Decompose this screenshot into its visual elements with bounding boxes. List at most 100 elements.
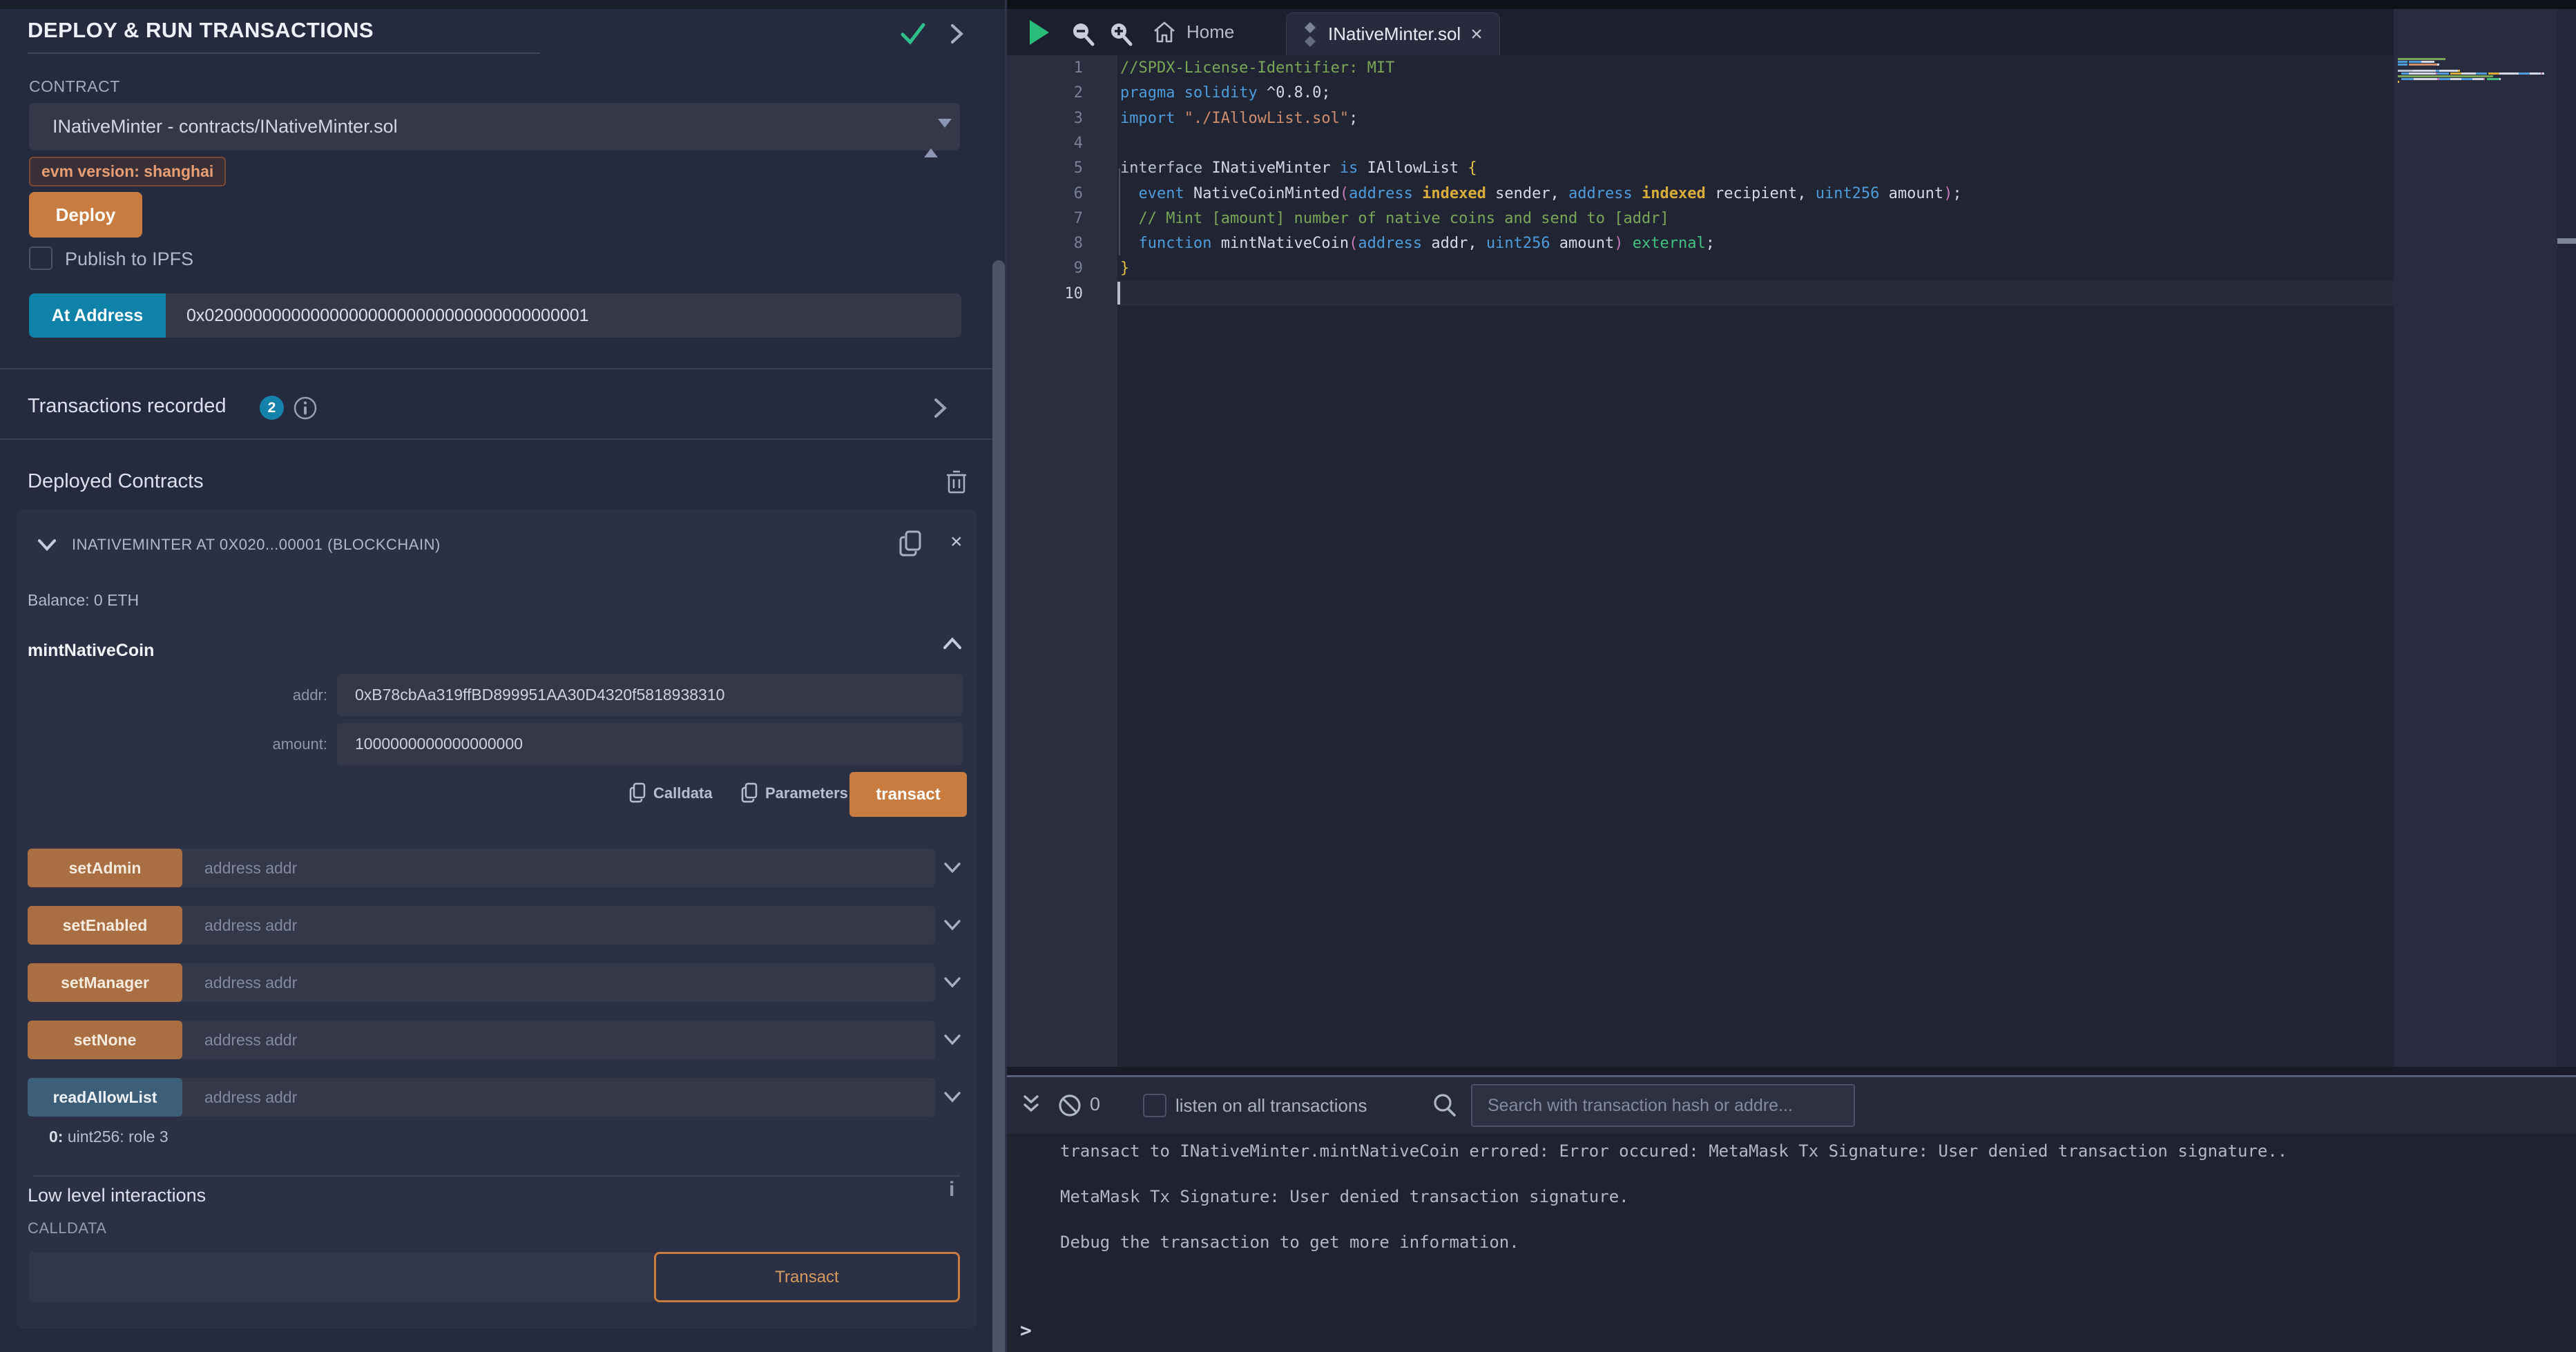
param-input-amount[interactable] bbox=[337, 723, 963, 765]
code-line-5: interface INativeMinter is IAllowList { bbox=[1120, 156, 1477, 181]
function-button-readAllowList[interactable]: readAllowList bbox=[28, 1078, 182, 1117]
function-button-setAdmin[interactable]: setAdmin bbox=[28, 849, 182, 887]
function-row-setNone: setNone bbox=[28, 1021, 935, 1059]
copy-parameters-label: Parameters bbox=[765, 784, 848, 802]
function-row-setEnabled: setEnabled bbox=[28, 906, 935, 945]
line-number: 5 bbox=[1007, 156, 1083, 181]
line-number: 10 bbox=[1007, 282, 1083, 307]
listen-all-transactions-label: listen on all transactions bbox=[1175, 1095, 1367, 1117]
expand-function-chevron-icon[interactable] bbox=[942, 1021, 963, 1059]
zoom-in-icon[interactable] bbox=[1108, 21, 1134, 47]
copy-address-icon[interactable] bbox=[898, 529, 924, 559]
function-button-setNone[interactable]: setNone bbox=[28, 1021, 182, 1059]
at-address-button[interactable]: At Address bbox=[29, 293, 166, 338]
search-icon bbox=[1432, 1092, 1458, 1119]
expand-function-chevron-icon[interactable] bbox=[942, 849, 963, 887]
expanded-function-name: mintNativeCoin bbox=[28, 641, 154, 661]
tab-close-icon[interactable]: × bbox=[1470, 24, 1483, 45]
transact-button[interactable]: transact bbox=[849, 772, 967, 817]
terminal-toolbar: 0 listen on all transactions bbox=[1007, 1077, 2576, 1134]
expand-function-chevron-icon[interactable] bbox=[942, 906, 963, 945]
contract-select-value: INativeMinter - contracts/INativeMinter.… bbox=[52, 116, 398, 137]
terminal-panel: 0 listen on all transactions transact to… bbox=[1007, 1067, 2576, 1352]
low-level-calldata-input[interactable] bbox=[30, 1252, 654, 1302]
code-line-8: function mintNativeCoin(address addr, ui… bbox=[1120, 231, 1715, 256]
tab-file-label: INativeMinter.sol bbox=[1328, 23, 1461, 45]
code-line-2: pragma solidity ^0.8.0; bbox=[1120, 81, 1331, 106]
function-row-setManager: setManager bbox=[28, 963, 935, 1002]
function-button-setEnabled[interactable]: setEnabled bbox=[28, 906, 182, 945]
function-button-setManager[interactable]: setManager bbox=[28, 963, 182, 1002]
expand-terminal-double-chevron-icon[interactable] bbox=[1020, 1094, 1042, 1117]
remove-contract-close-icon[interactable]: × bbox=[950, 530, 963, 554]
param-input-addr[interactable] bbox=[337, 674, 963, 716]
editor-scrollbar-mark[interactable] bbox=[2557, 238, 2576, 244]
home-icon bbox=[1152, 21, 1177, 44]
editor-scrollbar-track[interactable] bbox=[2557, 9, 2576, 1067]
clear-console-ban-icon[interactable] bbox=[1057, 1092, 1083, 1119]
terminal-prompt[interactable]: > bbox=[1020, 1319, 1032, 1342]
low-level-info-icon[interactable]: i bbox=[949, 1178, 954, 1201]
minimap-line bbox=[2398, 58, 2445, 60]
code-editor[interactable]: Home INativeMinter.sol × 1//SPDX-License… bbox=[1007, 0, 2576, 1067]
minimap-line bbox=[2398, 64, 2439, 66]
transactions-recorded-label: Transactions recorded bbox=[28, 395, 226, 418]
info-icon[interactable] bbox=[293, 396, 318, 421]
contract-label: CONTRACT bbox=[29, 77, 120, 96]
terminal-log: transact to INativeMinter.mintNativeCoin… bbox=[1060, 1141, 2287, 1277]
code-line-9: } bbox=[1120, 256, 1129, 281]
card-divider bbox=[33, 1175, 960, 1177]
function-input-setEnabled[interactable] bbox=[182, 906, 935, 945]
publish-to-ipfs-checkbox[interactable] bbox=[29, 247, 52, 270]
function-input-setNone[interactable] bbox=[182, 1021, 935, 1059]
publish-to-ipfs-label: Publish to IPFS bbox=[65, 249, 193, 270]
open-transactions-chevron-icon[interactable] bbox=[930, 397, 950, 419]
sidebar-scrollbar-thumb[interactable] bbox=[992, 260, 1005, 1352]
terminal-log-line: transact to INativeMinter.mintNativeCoin… bbox=[1060, 1141, 2287, 1161]
pending-tx-count: 0 bbox=[1090, 1094, 1100, 1115]
window-top-strip bbox=[0, 0, 1007, 9]
trash-icon[interactable] bbox=[945, 468, 968, 494]
collapse-contract-chevron-icon[interactable] bbox=[36, 536, 58, 554]
low-level-transact-button[interactable]: Transact bbox=[654, 1252, 960, 1302]
contract-balance: Balance: 0 ETH bbox=[28, 591, 139, 610]
listen-all-transactions-checkbox[interactable] bbox=[1143, 1094, 1166, 1117]
function-input-setManager[interactable] bbox=[182, 963, 935, 1002]
line-number: 3 bbox=[1007, 106, 1083, 131]
expand-function-chevron-icon[interactable] bbox=[942, 963, 963, 1002]
section-divider bbox=[0, 368, 1007, 369]
deploy-run-panel: DEPLOY & RUN TRANSACTIONS CONTRACT INati… bbox=[0, 0, 1007, 1352]
minimap-line bbox=[2398, 61, 2434, 63]
evm-version-badge: evm version: shanghai bbox=[29, 157, 226, 186]
deploy-button[interactable]: Deploy bbox=[29, 192, 142, 238]
collapse-function-chevron-up-icon[interactable] bbox=[942, 635, 963, 652]
minimap-line bbox=[2398, 81, 2399, 83]
tab-inativeminter-sol[interactable]: INativeMinter.sol × bbox=[1286, 12, 1500, 55]
solidity-file-icon bbox=[1302, 22, 1318, 47]
call-output: 0: uint256: role 3 bbox=[49, 1128, 169, 1146]
deployed-contract-card: INATIVEMINTER AT 0X020...00001 (BLOCKCHA… bbox=[17, 510, 977, 1329]
tab-home[interactable]: Home bbox=[1152, 9, 1234, 55]
contract-select[interactable]: INativeMinter - contracts/INativeMinter.… bbox=[29, 103, 960, 151]
call-output-value: uint256: role 3 bbox=[63, 1128, 168, 1146]
line-number: 2 bbox=[1007, 81, 1083, 106]
copy-calldata-button[interactable]: Calldata bbox=[628, 782, 713, 804]
zoom-out-icon[interactable] bbox=[1070, 21, 1096, 47]
current-line-highlight bbox=[1117, 280, 2394, 306]
function-input-readAllowList[interactable] bbox=[182, 1078, 935, 1117]
call-output-index: 0: bbox=[49, 1128, 63, 1146]
function-input-setAdmin[interactable] bbox=[182, 849, 935, 887]
collapse-panel-chevron-icon[interactable] bbox=[946, 22, 967, 46]
terminal-log-line: MetaMask Tx Signature: User denied trans… bbox=[1060, 1186, 2287, 1207]
calldata-label: CALLDATA bbox=[28, 1219, 106, 1237]
line-number: 6 bbox=[1007, 182, 1083, 206]
at-address-input[interactable] bbox=[166, 293, 961, 338]
select-arrows-icon bbox=[924, 115, 938, 139]
minimap-column bbox=[2394, 9, 2557, 1067]
minimap-line bbox=[2398, 73, 2544, 75]
terminal-search-input[interactable] bbox=[1471, 1084, 1855, 1127]
code-line-1: //SPDX-License-Identifier: MIT bbox=[1120, 56, 1394, 81]
copy-parameters-button[interactable]: Parameters bbox=[740, 782, 848, 804]
run-script-play-icon[interactable] bbox=[1027, 19, 1050, 46]
expand-function-chevron-icon[interactable] bbox=[942, 1078, 963, 1117]
